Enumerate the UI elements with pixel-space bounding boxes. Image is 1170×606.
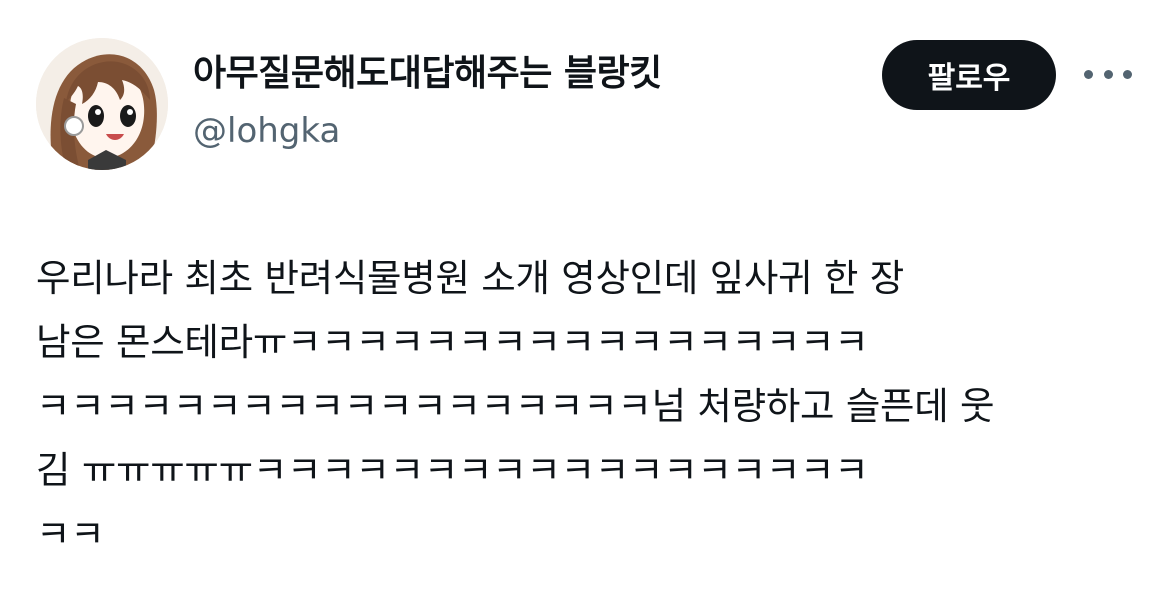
follow-button[interactable]: 팔로우 (882, 40, 1056, 110)
tweet-text-line: ㅋㅋㅋㅋㅋㅋㅋㅋㅋㅋㅋㅋㅋㅋㅋㅋㅋㅋ넘 처량하고 슬픈데 웃 (36, 384, 995, 428)
author-handle[interactable]: @lohgka (193, 110, 340, 152)
author-display-name[interactable]: 아무질문해도대답해주는 블랑킷 (193, 52, 662, 96)
anime-girl-avatar-icon (36, 38, 168, 170)
tweet-text-line: 우리나라 최초 반려식물병원 소개 영상인데 잎사귀 한 장 (36, 256, 904, 300)
tweet-text-line: ㅋㅋ (36, 512, 105, 556)
ellipsis-icon[interactable] (1084, 62, 1132, 86)
tweet-text-line: 김 ㅠㅠㅠㅠㅠㅋㅋㅋㅋㅋㅋㅋㅋㅋㅋㅋㅋㅋㅋㅋㅋㅋㅋ (36, 448, 869, 492)
ellipsis-dot (1123, 69, 1132, 79)
author-avatar[interactable] (36, 38, 168, 170)
ellipsis-dot (1103, 69, 1113, 79)
tweet-card: 아무질문해도대답해주는 블랑킷 @lohgka 팔로우 우리나라 최초 반려식물… (0, 0, 1170, 606)
ellipsis-dot (1084, 69, 1093, 79)
tweet-text-line: 남은 몬스테라ㅠㅋㅋㅋㅋㅋㅋㅋㅋㅋㅋㅋㅋㅋㅋㅋㅋㅋ (36, 320, 869, 364)
tweet-body: 우리나라 최초 반려식물병원 소개 영상인데 잎사귀 한 장 남은 몬스테라ㅠㅋ… (36, 246, 1136, 566)
